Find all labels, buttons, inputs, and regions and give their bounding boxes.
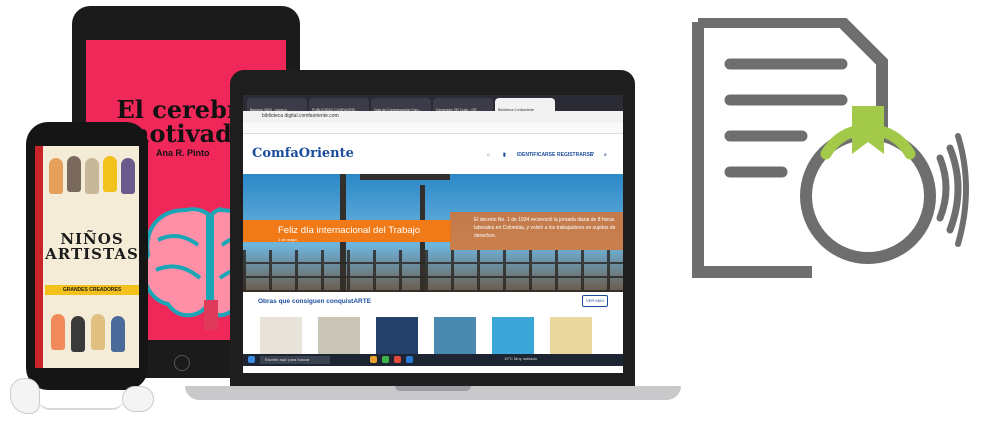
url-text[interactable]: biblioteca digital.comfaoriente.com [262, 113, 339, 119]
laptop-notch [395, 386, 471, 391]
scaffold-shape [243, 250, 623, 292]
sound-waves-icon [936, 133, 969, 247]
audiobook-icon [692, 18, 969, 278]
book-author: Ana R. Pinto [156, 148, 210, 158]
browser-tab[interactable]: Bandeja (384) - plans.d... [247, 98, 307, 112]
browser-tab[interactable]: Caja de Compensación Fam... [371, 98, 431, 112]
taskbar-app-icon[interactable] [382, 356, 389, 363]
browser-tab-active[interactable]: Biblioteca Confaoriente [495, 98, 555, 112]
book-icon[interactable]: ▮ [503, 152, 506, 158]
phone-book-title: NIÑOS ARTISTAS [45, 232, 139, 262]
browser-tabbar: Bandeja (384) - plans.d... PUBLICIDAD CO… [243, 95, 623, 112]
nav-register[interactable]: REGISTRARSE [557, 152, 593, 158]
earbud-right [122, 386, 154, 412]
audio-medal-icon [800, 106, 936, 264]
earbud-cable [38, 398, 124, 410]
search-icon[interactable]: ⌕ [604, 152, 607, 158]
help-icon[interactable]: ? [591, 152, 594, 158]
see-more-button[interactable]: VER MÁS [582, 295, 608, 307]
book-spine [35, 146, 43, 368]
nav-identify[interactable]: IDENTIFICARSE [517, 152, 555, 158]
browser-tab[interactable]: Generador QR Code - QR [433, 98, 493, 112]
crane-arm-shape [360, 174, 450, 180]
site-logo[interactable]: ComfaOriente [252, 146, 354, 161]
taskbar-app-icon[interactable] [406, 356, 413, 363]
home-icon[interactable]: ⌂ [487, 152, 490, 158]
banner-subtitle: 1 de mayo [278, 237, 297, 242]
earbud-left [10, 378, 40, 414]
phone-subtitle-band: GRANDES CREADORES [45, 285, 139, 295]
decree-text: El decreto No. 1 de 1934 reconoció la jo… [474, 217, 616, 239]
browser-tab[interactable]: PUBLICIDAD COMFAORIE... [309, 98, 369, 112]
taskbar-app-icon[interactable] [394, 356, 401, 363]
section-title: Obras que consiguen conquistARTE [258, 298, 372, 305]
bookmarks-bar [243, 123, 623, 134]
banner-title: Feliz día internacional del Trabajo [278, 225, 421, 236]
home-button [174, 355, 190, 371]
taskbar-app-icon[interactable] [370, 356, 377, 363]
taskbar-weather: 19°C Muy nublado [504, 356, 537, 361]
windows-start-icon[interactable] [248, 356, 255, 363]
phone-title-line2: ARTISTAS [45, 245, 139, 263]
taskbar-search-placeholder[interactable]: Escribe aquí para buscar [265, 357, 309, 362]
